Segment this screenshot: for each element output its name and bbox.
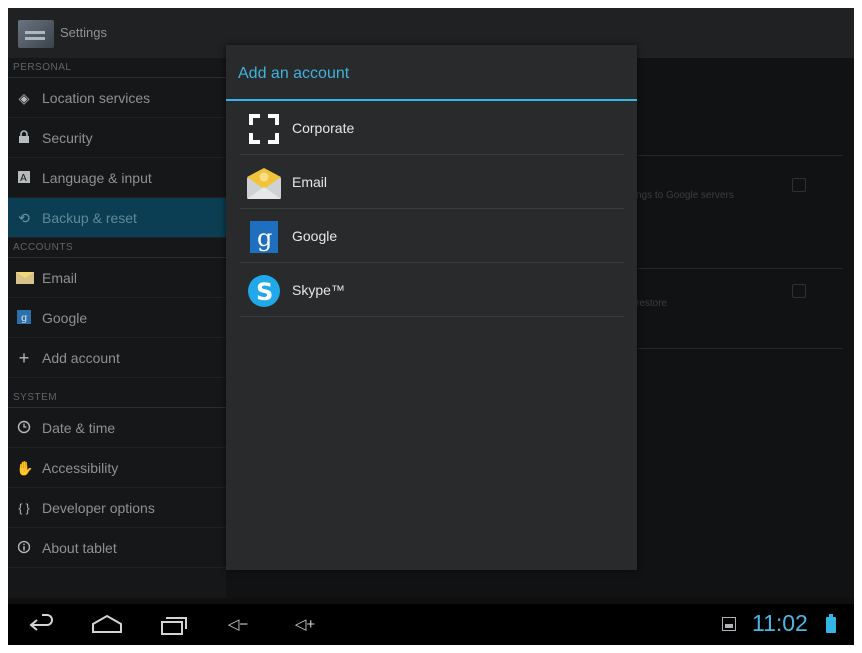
svg-text:A: A: [20, 173, 27, 184]
battery-icon[interactable]: [826, 614, 836, 633]
divider: [638, 155, 843, 156]
home-button[interactable]: [90, 612, 124, 638]
keyboard-icon: A: [16, 170, 32, 186]
sidebar-item-label: About tablet: [42, 540, 117, 556]
sidebar-item-label: Developer options: [42, 500, 155, 516]
backup-checkbox[interactable]: [792, 178, 806, 192]
account-option-label: Email: [292, 174, 328, 190]
sidebar-item-developer-options[interactable]: { } Developer options: [8, 488, 226, 528]
restore-description: restore: [636, 298, 668, 309]
info-icon: [16, 540, 32, 556]
account-option-email[interactable]: Email: [240, 156, 624, 209]
hand-icon: ✋: [16, 460, 34, 476]
system-navigation-bar: ◁− ◁+ 11:02: [8, 604, 854, 645]
clock-icon: [16, 420, 32, 436]
sidebar-item-label: Add account: [42, 350, 120, 366]
account-option-label: Google: [292, 228, 338, 244]
sidebar-item-about-tablet[interactable]: About tablet: [8, 528, 226, 568]
back-button[interactable]: [28, 612, 56, 638]
envelope-icon: [246, 165, 282, 201]
sidebar-item-date-time[interactable]: Date & time: [8, 408, 226, 448]
section-header-personal: PERSONAL: [8, 58, 226, 78]
account-option-corporate[interactable]: Corporate: [240, 102, 624, 155]
tablet-screen: Settings PERSONAL ◈ Location services Se…: [8, 8, 854, 645]
restore-icon: ⟲: [18, 210, 30, 226]
google-icon: g: [246, 219, 282, 255]
svg-text:g: g: [21, 313, 28, 324]
sidebar-item-location-services[interactable]: ◈ Location services: [8, 78, 226, 118]
status-clock[interactable]: 11:02: [752, 610, 808, 637]
account-option-label: Corporate: [292, 120, 355, 136]
dialog-title-divider: [226, 99, 637, 101]
settings-sidebar: PERSONAL ◈ Location services Security A …: [8, 58, 226, 598]
svg-text:S: S: [256, 278, 273, 306]
braces-icon: { }: [18, 501, 30, 515]
google-icon: g: [16, 310, 32, 326]
sidebar-item-label: Email: [42, 270, 78, 286]
section-header-accounts: ACCOUNTS: [8, 238, 226, 258]
sidebar-item-label: Google: [42, 310, 88, 326]
volume-up-button[interactable]: ◁+: [290, 612, 320, 638]
lock-icon: [16, 130, 32, 146]
sidebar-item-security[interactable]: Security: [8, 118, 226, 158]
sidebar-item-add-account[interactable]: + Add account: [8, 338, 226, 378]
app-title: Settings: [60, 25, 107, 40]
section-header-system: SYSTEM: [8, 388, 226, 408]
sidebar-item-label: Accessibility: [42, 460, 119, 476]
settings-icon[interactable]: [18, 20, 54, 48]
backup-description: ngs to Google servers: [636, 190, 734, 201]
account-option-skype[interactable]: S Skype™: [240, 264, 624, 317]
divider: [638, 348, 843, 349]
sidebar-item-email[interactable]: Email: [8, 258, 226, 298]
divider: [638, 268, 843, 269]
account-option-google[interactable]: g Google: [240, 210, 624, 263]
skype-icon: S: [246, 273, 282, 309]
sidebar-item-label: Security: [42, 130, 93, 146]
plus-icon: +: [18, 348, 30, 368]
gallery-notification-icon[interactable]: [722, 617, 736, 631]
svg-text:g: g: [257, 224, 272, 252]
restore-checkbox[interactable]: [792, 284, 806, 298]
sidebar-item-label: Location services: [42, 90, 151, 106]
location-icon: ◈: [18, 90, 30, 106]
recent-apps-button[interactable]: [158, 612, 188, 638]
sidebar-item-backup-reset[interactable]: ⟲ Backup & reset: [8, 198, 226, 238]
account-option-label: Skype™: [292, 282, 345, 298]
sidebar-item-accessibility[interactable]: ✋ Accessibility: [8, 448, 226, 488]
sidebar-item-label: Date & time: [42, 420, 116, 436]
recent-apps-icon: [161, 617, 187, 635]
sidebar-item-google[interactable]: g Google: [8, 298, 226, 338]
add-account-dialog: Add an account Corporate Email g Google …: [226, 45, 637, 570]
dialog-title: Add an account: [238, 65, 350, 82]
sidebar-item-label: Language & input: [42, 170, 152, 186]
sidebar-item-label: Backup & reset: [42, 210, 137, 226]
back-arrow-icon: [29, 614, 53, 631]
volume-down-button[interactable]: ◁−: [223, 612, 253, 638]
corporate-icon: [246, 111, 282, 147]
email-icon: [16, 270, 34, 286]
sidebar-item-language-input[interactable]: A Language & input: [8, 158, 226, 198]
home-icon: [92, 614, 122, 633]
